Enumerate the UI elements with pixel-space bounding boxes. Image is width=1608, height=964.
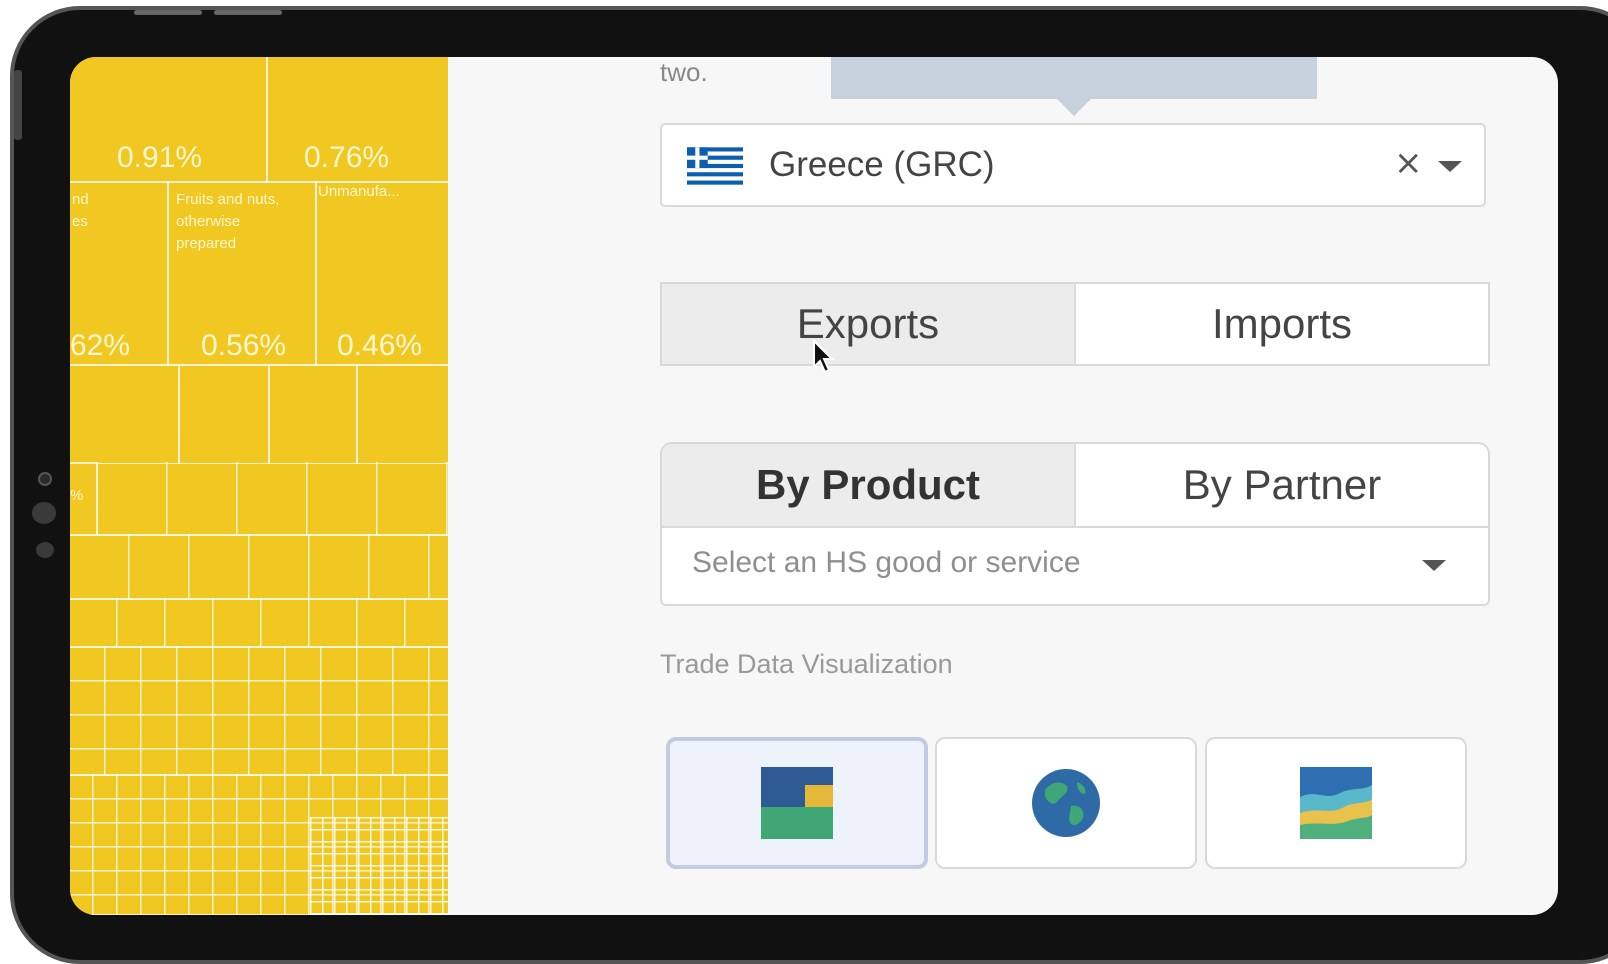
treemap-cell-group[interactable] xyxy=(310,817,448,915)
control-panel: two. Greece (GRC) × Exports Imports By P… xyxy=(448,57,1558,915)
treemap-label: otherwise xyxy=(176,213,241,230)
treemap-percentage: 0.56% xyxy=(201,329,287,362)
treemap-percentage: 0.46% xyxy=(337,329,423,362)
by-product-tab[interactable]: By Product xyxy=(662,444,1074,526)
treemap-cell-group[interactable] xyxy=(70,646,448,776)
breakdown-toggle: By Product By Partner xyxy=(660,442,1490,526)
treemap-cell[interactable] xyxy=(178,364,270,464)
stacked-area-chart-icon xyxy=(1300,767,1372,839)
treemap-label: prepared xyxy=(176,235,237,252)
treemap-label: nd xyxy=(72,191,89,208)
country-select[interactable]: Greece (GRC) × xyxy=(660,123,1486,207)
camera-icon xyxy=(38,472,52,486)
treemap-cell[interactable] xyxy=(70,364,180,464)
by-partner-tab[interactable]: By Partner xyxy=(1074,444,1488,526)
treemap-cell-group[interactable] xyxy=(96,462,448,536)
mouse-cursor-icon xyxy=(813,339,835,374)
imports-button[interactable]: Imports xyxy=(1074,284,1488,364)
chevron-down-icon[interactable] xyxy=(1422,560,1446,571)
country-select-value: Greece (GRC) xyxy=(769,145,995,184)
treemap-chart: 0.91% 0.76% nd es Fruits and nuts, other… xyxy=(70,57,448,915)
tooltip xyxy=(831,57,1317,99)
exports-button[interactable]: Exports xyxy=(662,284,1074,364)
greece-flag-icon xyxy=(687,147,743,185)
power-button xyxy=(14,70,22,140)
app-screen: 0.91% 0.76% nd es Fruits and nuts, other… xyxy=(70,57,1558,915)
hs-select-placeholder: Select an HS good or service xyxy=(692,546,1081,579)
treemap-label: Unmanufa... xyxy=(318,183,400,200)
volume-button xyxy=(214,10,282,15)
treemap-cell[interactable] xyxy=(356,364,448,464)
tooltip-arrow xyxy=(1057,99,1091,116)
hs-product-select[interactable]: Select an HS good or service xyxy=(660,526,1490,606)
stacked-area-view-button[interactable] xyxy=(1205,737,1467,869)
volume-button xyxy=(134,10,202,15)
intro-text: two. xyxy=(660,57,708,87)
clear-selection-icon[interactable]: × xyxy=(1394,143,1423,183)
treemap-label: es xyxy=(72,213,88,230)
treemap-cell-group[interactable] xyxy=(70,534,448,600)
globe-view-button[interactable] xyxy=(935,737,1197,869)
treemap-percentage: 0.91% xyxy=(117,141,203,174)
trade-flow-toggle: Exports Imports xyxy=(660,282,1490,366)
treemap-view-button[interactable] xyxy=(666,737,928,869)
treemap-cell[interactable] xyxy=(268,364,358,464)
treemap-icon xyxy=(761,767,833,839)
sensor-icon xyxy=(32,502,56,524)
globe-icon xyxy=(1032,769,1100,837)
treemap-percentage: 0.76% xyxy=(304,141,390,174)
treemap-percentage: 62% xyxy=(70,329,131,362)
visualization-label: Trade Data Visualization xyxy=(660,649,953,679)
treemap-label: % xyxy=(70,487,84,504)
chevron-down-icon[interactable] xyxy=(1438,161,1462,172)
sensor-icon xyxy=(36,542,54,558)
treemap-label: Fruits and nuts, xyxy=(176,191,280,208)
treemap-cell-group[interactable] xyxy=(70,598,448,648)
